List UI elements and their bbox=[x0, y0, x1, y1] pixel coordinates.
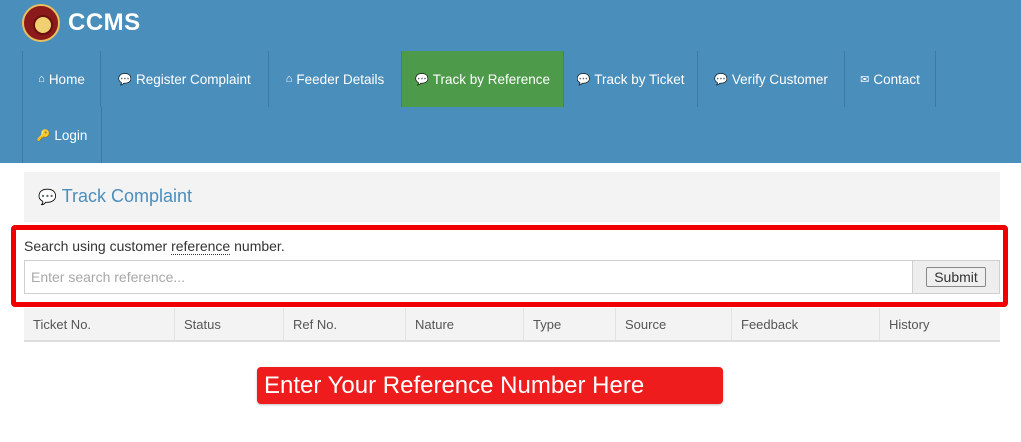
results-table-header: Ticket No. Status Ref No. Nature Type So… bbox=[24, 308, 1000, 342]
search-addon: Submit bbox=[912, 261, 999, 293]
nav-item-label: Feeder Details bbox=[296, 71, 385, 87]
nav-item-label: Track by Ticket bbox=[594, 71, 685, 87]
nav-item-label: Track by Reference bbox=[432, 71, 550, 87]
comments-icon: 💬 bbox=[714, 73, 728, 86]
search-label-abbr: reference bbox=[171, 238, 231, 255]
nav-item-home[interactable]: ⌂ Home bbox=[22, 51, 100, 107]
envelope-icon: ✉ bbox=[860, 73, 870, 86]
search-label: Search using customer reference number. bbox=[24, 238, 285, 255]
nav-item-register-complaint[interactable]: 💬 Register Complaint bbox=[100, 51, 268, 107]
site-header: CCMS ⌂ Home 💬 Register Complaint ⌂ Feede… bbox=[0, 0, 1021, 163]
comments-icon: 💬 bbox=[415, 73, 429, 86]
nav-item-label: Register Complaint bbox=[135, 71, 251, 87]
nav-item-feeder-details[interactable]: ⌂ Feeder Details bbox=[268, 51, 401, 107]
submit-button[interactable]: Submit bbox=[926, 267, 986, 287]
comments-icon: 💬 bbox=[576, 73, 591, 86]
brand[interactable]: CCMS bbox=[22, 3, 141, 43]
column-header-type: Type bbox=[524, 308, 616, 340]
brand-name: CCMS bbox=[68, 9, 141, 36]
nav-item-label: Home bbox=[48, 71, 85, 87]
home-icon: ⌂ bbox=[285, 73, 293, 85]
nav-item-verify-customer[interactable]: 💬 Verify Customer bbox=[697, 51, 844, 107]
emblem-icon bbox=[22, 4, 60, 42]
nav-item-login[interactable]: 🔑 Login bbox=[22, 107, 102, 163]
home-icon: ⌂ bbox=[38, 73, 45, 85]
main-nav: ⌂ Home 💬 Register Complaint ⌂ Feeder Det… bbox=[22, 51, 1021, 163]
nav-item-track-by-ticket[interactable]: 💬 Track by Ticket bbox=[563, 51, 697, 107]
search-input[interactable] bbox=[25, 261, 912, 293]
nav-item-label: Login bbox=[54, 127, 88, 143]
search-group: Submit bbox=[24, 260, 1000, 294]
nav-row-1: ⌂ Home 💬 Register Complaint ⌂ Feeder Det… bbox=[22, 51, 1021, 107]
key-icon: 🔑 bbox=[36, 129, 51, 142]
search-label-suffix: number. bbox=[230, 238, 285, 254]
search-label-prefix: Search using customer bbox=[24, 238, 172, 254]
comment-icon: 💬 bbox=[118, 73, 132, 86]
column-header-ticket-no: Ticket No. bbox=[24, 308, 175, 340]
nav-item-contact[interactable]: ✉ Contact bbox=[844, 51, 936, 107]
column-header-ref-no: Ref No. bbox=[284, 308, 406, 340]
page-title: 💬 Track Complaint bbox=[38, 186, 192, 207]
column-header-history: History bbox=[889, 316, 930, 332]
column-header-source: Source bbox=[616, 308, 732, 340]
comment-icon: 💬 bbox=[38, 188, 57, 206]
column-header-status: Status bbox=[175, 308, 284, 340]
panel-heading: 💬 Track Complaint bbox=[24, 172, 1000, 222]
instruction-callout: Enter Your Reference Number Here bbox=[257, 367, 723, 404]
column-header-feedback: Feedback bbox=[732, 308, 880, 340]
nav-item-track-by-reference[interactable]: 💬 Track by Reference bbox=[401, 51, 563, 107]
nav-item-label: Contact bbox=[873, 71, 920, 87]
page-title-text: Track Complaint bbox=[61, 186, 193, 206]
nav-row-2: 🔑 Login bbox=[22, 107, 1021, 163]
column-header-nature: Nature bbox=[406, 308, 524, 340]
nav-item-label: Verify Customer bbox=[731, 71, 828, 87]
